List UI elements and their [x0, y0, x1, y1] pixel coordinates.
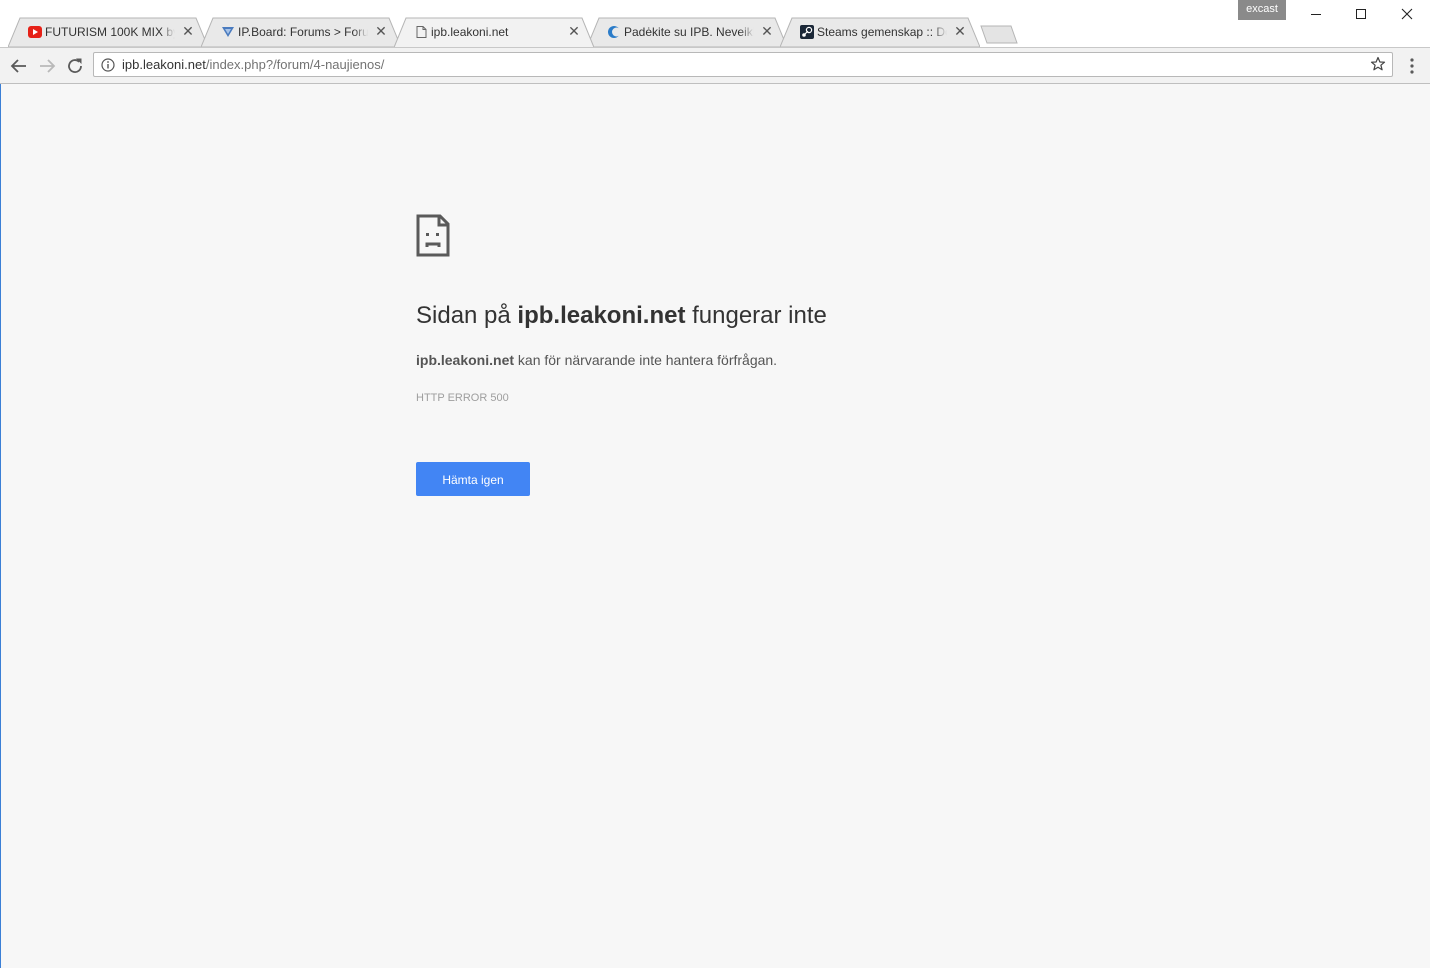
bookmark-star-icon[interactable]	[1370, 56, 1386, 72]
tab-strip: FUTURISM 100K MIX by ✕ IP.Board: Forums …	[0, 0, 1430, 50]
description-text: kan för närvarande inte hantera förfråga…	[514, 352, 778, 368]
steam-icon	[800, 25, 814, 39]
error-heading: Sidan på ipb.leakoni.net fungerar inte	[416, 302, 827, 330]
browser-window: FUTURISM 100K MIX by ✕ IP.Board: Forums …	[0, 0, 1430, 968]
tab-youtube[interactable]: FUTURISM 100K MIX by ✕	[8, 17, 208, 47]
browser-toolbar: ipb.leakoni.net/index.php?/forum/4-nauji…	[0, 47, 1430, 84]
heading-host: ipb.leakoni.net	[517, 302, 686, 329]
maximize-button[interactable]	[1338, 0, 1384, 28]
maximize-icon	[1356, 9, 1366, 19]
back-arrow-icon[interactable]	[7, 54, 31, 78]
heading-suffix: fungerar inte	[685, 302, 827, 329]
address-path: /index.php?/forum/4-naujienos/	[205, 57, 385, 72]
reload-icon[interactable]	[63, 54, 87, 78]
address-host: ipb.leakoni.net	[122, 57, 206, 72]
youtube-icon	[28, 26, 42, 38]
close-icon	[1401, 8, 1413, 20]
address-url[interactable]: ipb.leakoni.net/index.php?/forum/4-nauji…	[122, 57, 384, 72]
error-code: HTTP ERROR 500	[416, 392, 509, 404]
address-bar[interactable]: ipb.leakoni.net/index.php?/forum/4-nauji…	[93, 52, 1393, 77]
tab-padekite[interactable]: Padėkite su IPB. Neveikia ✕	[587, 17, 787, 47]
description-host: ipb.leakoni.net	[416, 352, 515, 368]
tab-ipboard[interactable]: IP.Board: Forums > Forum ✕	[201, 17, 401, 47]
tab-steam[interactable]: Steams gemenskap :: Dok ✕	[780, 17, 980, 47]
ipboard-icon	[222, 27, 234, 37]
profile-badge[interactable]: excast	[1238, 0, 1286, 20]
minimize-icon	[1311, 14, 1321, 15]
close-tab-icon[interactable]: ✕	[568, 24, 580, 38]
tab-title: FUTURISM 100K MIX by	[45, 25, 175, 39]
close-tab-icon[interactable]: ✕	[954, 24, 966, 38]
heading-prefix: Sidan på	[416, 302, 518, 329]
close-tab-icon[interactable]: ✕	[182, 24, 194, 38]
minimize-button[interactable]	[1293, 0, 1339, 28]
tab-title: IP.Board: Forums > Forum	[238, 25, 368, 39]
sad-page-icon	[416, 214, 450, 257]
page-icon	[416, 26, 427, 38]
tab-title: Padėkite su IPB. Neveikia	[624, 25, 754, 39]
error-page: Sidan på ipb.leakoni.net fungerar inte i…	[1, 84, 1430, 968]
close-tab-icon[interactable]: ✕	[375, 24, 387, 38]
tab-title: ipb.leakoni.net	[431, 25, 561, 39]
crescent-icon	[608, 26, 621, 38]
new-tab-button[interactable]	[980, 25, 1018, 44]
info-icon[interactable]	[101, 58, 115, 72]
close-tab-icon[interactable]: ✕	[761, 24, 773, 38]
reload-button[interactable]: Hämta igen	[416, 462, 530, 496]
menu-dots-icon[interactable]	[1404, 57, 1420, 75]
window-left-border	[0, 84, 1, 968]
tab-active[interactable]: ipb.leakoni.net ✕	[394, 17, 594, 47]
forward-arrow-icon[interactable]	[35, 54, 59, 78]
tab-title: Steams gemenskap :: Dok	[817, 25, 947, 39]
close-window-button[interactable]	[1384, 0, 1430, 28]
error-description: ipb.leakoni.net kan för närvarande inte …	[416, 352, 777, 368]
